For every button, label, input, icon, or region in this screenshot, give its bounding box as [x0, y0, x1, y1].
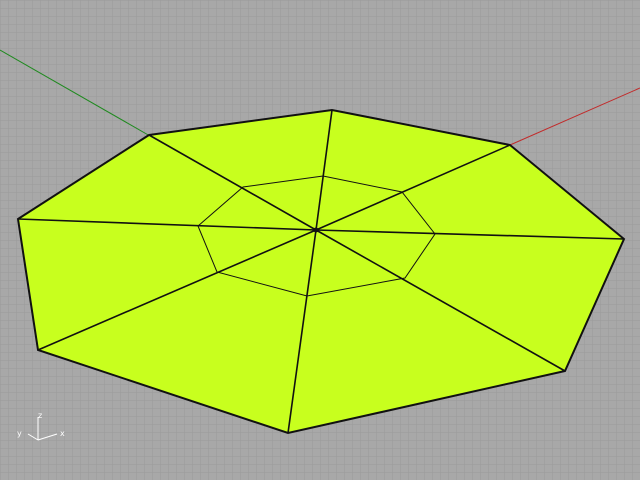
widget-z-label: z: [38, 411, 42, 420]
viewport-canvas[interactable]: z x y: [0, 0, 640, 480]
widget-x-label: x: [60, 429, 65, 438]
center-point: [313, 227, 319, 233]
perspective-viewport[interactable]: z x y: [0, 0, 640, 480]
widget-y-label: y: [17, 429, 22, 438]
